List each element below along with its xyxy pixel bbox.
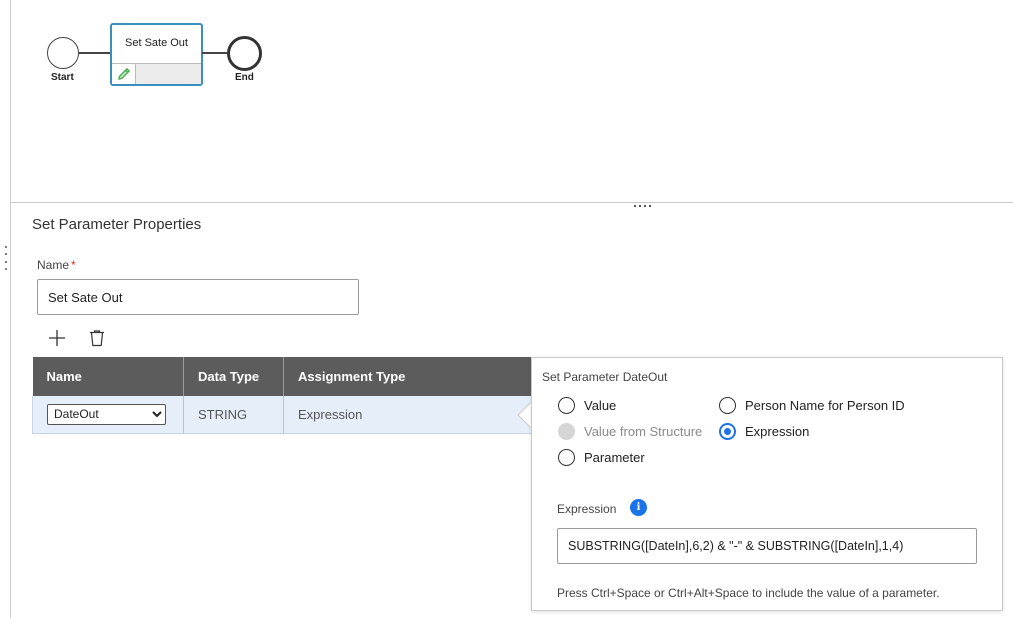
radio-value-label: Value <box>584 398 617 413</box>
add-parameter-button[interactable] <box>45 326 69 350</box>
cell-name: DateOut <box>32 396 184 434</box>
info-icon[interactable]: i <box>630 499 647 516</box>
assignment-popover: Set Parameter DateOut Value Value from S… <box>531 357 1003 611</box>
column-header-assignment-type[interactable]: Assignment Type <box>283 357 532 396</box>
radio-expression-circle[interactable] <box>719 423 736 440</box>
sequence-flow-1[interactable] <box>79 52 110 54</box>
popover-title: Set Parameter DateOut <box>542 370 668 384</box>
properties-title: Set Parameter Properties <box>32 216 202 233</box>
cell-data-type: STRING <box>183 396 284 434</box>
radio-person-name-circle[interactable] <box>719 397 736 414</box>
name-label-text: Name <box>37 258 70 272</box>
trash-icon <box>90 330 104 347</box>
delete-parameter-button[interactable] <box>85 326 109 350</box>
expression-label: Expression <box>557 502 617 516</box>
radio-value-from-structure: Value from Structure <box>558 423 702 440</box>
column-header-name[interactable]: Name <box>32 357 184 396</box>
radio-expression-label: Expression <box>745 424 810 439</box>
end-event[interactable] <box>227 36 262 71</box>
task-toolbar <box>112 63 201 84</box>
plus-icon <box>49 330 65 346</box>
pencil-icon[interactable] <box>112 64 136 84</box>
expression-field[interactable] <box>557 528 977 564</box>
radio-person-name[interactable]: Person Name for Person ID <box>719 397 905 414</box>
radio-value-circle[interactable] <box>558 397 575 414</box>
radio-value-from-structure-circle <box>558 423 575 440</box>
set-parameter-task[interactable]: Set Sate Out <box>110 23 203 86</box>
expression-hint: Press Ctrl+Space or Ctrl+Alt+Space to in… <box>557 586 940 600</box>
required-marker: * <box>71 258 76 272</box>
radio-value-from-structure-label: Value from Structure <box>584 424 703 439</box>
name-label: Name * <box>37 258 76 272</box>
cell-assignment-type[interactable]: Expression <box>283 396 532 434</box>
sequence-flow-2[interactable] <box>202 52 227 54</box>
start-event[interactable] <box>47 37 79 69</box>
table-header-row: Name Data Type Assignment Type <box>32 357 532 396</box>
table-row[interactable]: DateOut STRING Expression <box>32 396 532 434</box>
radio-parameter-label: Parameter <box>584 450 645 465</box>
radio-parameter[interactable]: Parameter <box>558 449 645 466</box>
radio-person-name-label: Person Name for Person ID <box>745 398 905 413</box>
process-canvas[interactable]: Start Set Sate Out End <box>11 0 1013 202</box>
column-header-data-type[interactable]: Data Type <box>183 357 284 396</box>
start-label: Start <box>51 72 74 83</box>
radio-expression[interactable]: Expression <box>719 423 809 440</box>
left-resize-grip[interactable] <box>3 246 9 270</box>
radio-value[interactable]: Value <box>558 397 616 414</box>
parameter-name-select[interactable]: DateOut <box>47 403 166 425</box>
radio-parameter-circle[interactable] <box>558 449 575 466</box>
parameter-table: Name Data Type Assignment Type DateOut S… <box>32 357 532 434</box>
splitter-grip[interactable] <box>634 205 651 207</box>
task-title: Set Sate Out <box>125 37 188 49</box>
name-field[interactable] <box>37 279 359 315</box>
panel-splitter[interactable] <box>11 202 1013 203</box>
end-label: End <box>235 72 254 83</box>
